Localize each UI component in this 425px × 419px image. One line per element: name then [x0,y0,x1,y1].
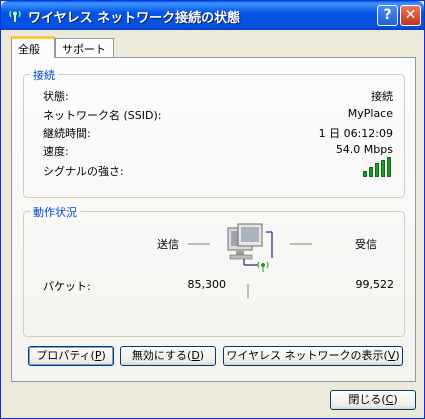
properties-button-label: プロパティ( [36,349,95,362]
signal-label: シグナルの強さ: [43,165,124,178]
properties-button[interactable]: プロパティ(P) [28,346,114,366]
signal-bar [363,171,367,177]
ssid-label: ネットワーク名 (SSID): [43,109,162,122]
title-bar[interactable]: ワイヤレス ネットワーク接続の状態 ? ✕ [1,1,424,30]
tab-panel-general: 接続 状態: 接続 ネットワーク名 (SSID): MyPlace 継続時間: … [11,57,416,382]
status-row: 状態: 接続 [43,88,393,103]
packets-received-value: 99,522 [355,278,395,291]
received-label: 受信 [355,238,377,251]
close-button-label-end: ) [393,393,398,406]
sent-label: 送信 [157,238,179,251]
connection-group-title: 接続 [30,67,58,83]
speed-value: 54.0 Mbps [335,143,393,156]
disable-button-label-end: ) [199,349,205,362]
view-networks-button-label-end: ) [395,349,400,362]
wireless-network-icon [9,10,21,22]
duration-value: 1 日 06:12:09 [318,127,393,140]
signal-row: シグナルの強さ: [43,157,393,178]
properties-button-label-end: ) [101,349,106,362]
signal-bar [369,167,373,177]
window-title: ワイヤレス ネットワーク接続の状態 [28,11,241,26]
speed-label: 速度: [43,145,69,158]
tab-general[interactable]: 全般 [11,36,55,58]
speed-row: 速度: 54.0 Mbps [43,143,393,158]
activity-group: 動作状況 送信 受信 パケット: 85,300 99,522 [23,204,405,337]
signal-strength-icon [363,157,393,177]
signal-bar [381,160,385,177]
ssid-value: MyPlace [347,107,393,120]
packets-label: パケット: [43,280,91,293]
disable-button-accesskey: D [191,349,200,362]
duration-label: 継続時間: [43,127,91,140]
close-button[interactable]: 閉じる(C) [330,390,416,410]
signal-bar [375,163,379,177]
view-networks-button-label: ワイヤレス ネットワークの表示( [226,349,388,362]
activity-group-title: 動作状況 [30,204,80,220]
ssid-row: ネットワーク名 (SSID): MyPlace [43,107,393,122]
status-dialog: ワイヤレス ネットワーク接続の状態 ? ✕ 全般 サポート 接続 状態: 接続 … [0,0,425,419]
help-icon: ? [383,7,392,23]
view-wireless-networks-button[interactable]: ワイヤレス ネットワークの表示(V) [223,346,403,366]
tab-support[interactable]: サポート [55,38,114,57]
signal-bar [387,157,391,177]
connection-group: 接続 状態: 接続 ネットワーク名 (SSID): MyPlace 継続時間: … [23,67,405,198]
disable-button-label: 無効にする( [131,349,192,362]
status-label: 状態: [43,90,69,103]
close-button-label: 閉じる( [348,393,386,406]
disable-button[interactable]: 無効にする(D) [120,346,216,366]
close-icon: ✕ [404,7,417,23]
help-button[interactable]: ? [377,5,398,26]
close-window-button[interactable]: ✕ [400,5,421,26]
status-value: 接続 [371,90,393,103]
duration-row: 継続時間: 1 日 06:12:09 [43,125,393,140]
network-activity-icon [188,223,312,298]
